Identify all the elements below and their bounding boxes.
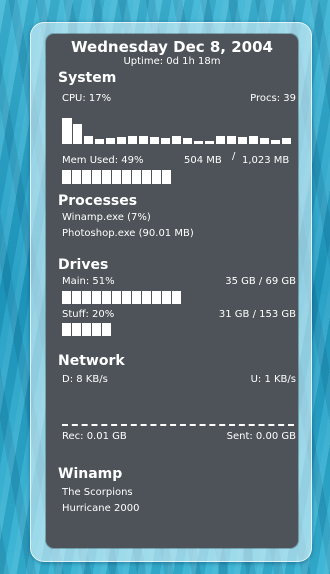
cpu-history-graph: [62, 118, 294, 144]
memory-usage-segment: [132, 170, 141, 184]
processes-heading: Processes: [58, 193, 138, 209]
memory-usage-bar: [62, 170, 294, 184]
drive-stuff-usage-segment: [92, 323, 101, 336]
memory-usage-segment: [112, 170, 121, 184]
system-heading: System: [58, 70, 117, 86]
memory-total-value: 1,023 MB: [242, 155, 290, 166]
drive-main-usage-segment: [142, 291, 151, 304]
winamp-heading: Winamp: [58, 466, 123, 482]
memory-usage-segment: [82, 170, 91, 184]
memory-usage-segment: [122, 170, 131, 184]
drive-main-usage-segment: [62, 291, 71, 304]
drive-main-usage-segment: [152, 291, 161, 304]
memory-usage-segment: [152, 170, 161, 184]
drive-stuff-usage-segment: [102, 323, 111, 336]
drive-main-usage-segment: [112, 291, 121, 304]
procs-label: Procs: 39: [250, 93, 296, 104]
memory-usage-segment: [72, 170, 81, 184]
network-traffic-graph: [62, 424, 294, 426]
drive-main-usage-segment: [82, 291, 91, 304]
drive-main-usage-segment: [172, 291, 181, 304]
date-heading: Wednesday Dec 8, 2004: [71, 38, 273, 56]
network-sent: Sent: 0.00 GB: [226, 431, 296, 442]
network-heading: Network: [58, 353, 125, 369]
drive-main-usage-segment: [132, 291, 141, 304]
drives-heading: Drives: [58, 257, 109, 273]
memory-usage-segment: [102, 170, 111, 184]
memory-used-value: 504 MB: [184, 155, 222, 166]
network-received: Rec: 0.01 GB: [62, 431, 127, 442]
drive-main-usage-bar: [62, 291, 294, 304]
drive-main-usage-segment: [162, 291, 171, 304]
drive-stuff-usage-segment: [72, 323, 81, 336]
process-item: Photoshop.exe (90.01 MB): [62, 228, 194, 239]
cpu-label: CPU: 17%: [62, 93, 112, 104]
drive-stuff-usage-bar: [62, 323, 294, 336]
drive-stuff-label: Stuff: 20%: [62, 309, 115, 320]
drive-main-usage-segment: [122, 291, 131, 304]
memory-usage-segment: [162, 170, 171, 184]
drive-main-usage-segment: [72, 291, 81, 304]
drive-main-usage-segment: [102, 291, 111, 304]
drive-main-usage-segment: [92, 291, 101, 304]
uptime-text: Uptime: 0d 1h 18m: [123, 56, 221, 67]
drive-main-value: 35 GB / 69 GB: [225, 276, 296, 287]
winamp-track: Hurricane 2000: [62, 503, 140, 514]
memory-usage-segment: [142, 170, 151, 184]
drive-main-label: Main: 51%: [62, 276, 115, 287]
drive-stuff-usage-segment: [82, 323, 91, 336]
winamp-artist: The Scorpions: [62, 487, 133, 498]
drive-stuff-value: 31 GB / 153 GB: [218, 309, 296, 320]
drive-stuff-usage-segment: [62, 323, 71, 336]
memory-used-label: Mem Used: 49%: [62, 155, 144, 166]
memory-usage-segment: [92, 170, 101, 184]
process-item: Winamp.exe (7%): [62, 212, 151, 223]
memory-usage-segment: [62, 170, 71, 184]
network-upload-rate: U: 1 KB/s: [250, 374, 296, 385]
memory-separator: /: [232, 151, 236, 162]
network-download-rate: D: 8 KB/s: [62, 374, 108, 385]
